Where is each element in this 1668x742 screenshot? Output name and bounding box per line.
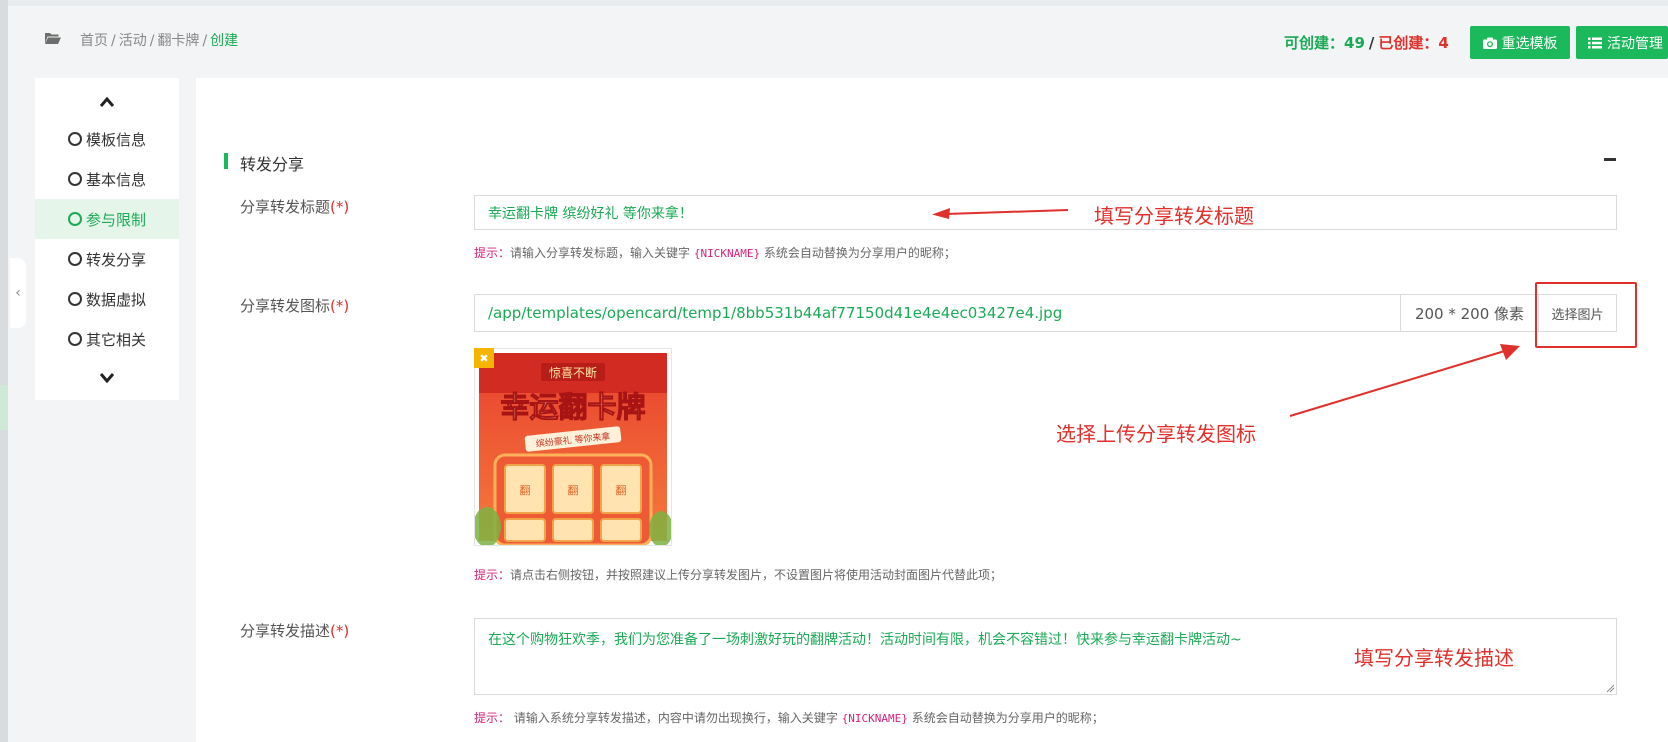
annotation-icon-note: 选择上传分享转发图标 [1056, 422, 1256, 446]
quota-separator: / [1368, 34, 1375, 52]
share-icon-path-input[interactable]: /app/templates/opencard/temp1/8bb531b44a… [474, 294, 1401, 332]
poster-title-text: 幸运翻卡牌 [500, 390, 645, 424]
create-quota: 可创建：49/已创建：4 [1284, 32, 1449, 53]
card-glyph: 翻 [568, 483, 579, 497]
annotation-arrow-icon [1289, 344, 1520, 417]
chevron-left-icon: ‹ [15, 285, 21, 301]
nav-item-label: 其它相关 [86, 330, 147, 349]
nav-item-basic-info[interactable]: 基本信息 [35, 159, 179, 199]
can-create-label: 可创建： [1284, 34, 1345, 52]
poster-banner-text: 惊喜不断 [549, 365, 597, 380]
nav-item-label: 参与限制 [86, 210, 147, 229]
card-glyph: 翻 [520, 483, 531, 497]
reselect-template-button[interactable]: 重选模板 [1470, 26, 1570, 59]
hint-keyword: {NICKNAME} [841, 712, 908, 725]
share-title-hint: 提示：请输入分享转发标题，输入关键字 {NICKNAME} 系统会自动替换为分享… [474, 244, 956, 261]
hint-text: 请输入分享转发标题，输入关键字 [510, 246, 691, 260]
breadcrumb-flipcard[interactable]: 翻卡牌 [157, 33, 199, 49]
nav-item-label: 转发分享 [86, 250, 147, 269]
share-desc-label: 分享转发描述(*) [240, 620, 349, 641]
breadcrumb-separator: / [202, 33, 208, 49]
created-value: 4 [1438, 34, 1449, 52]
breadcrumb-home[interactable]: 首页 [80, 33, 108, 49]
required-marker: (*) [330, 198, 350, 216]
breadcrumb-activity[interactable]: 活动 [119, 33, 147, 49]
nav-item-label: 数据虚拟 [86, 290, 147, 309]
share-title-label-text: 分享转发标题 [240, 198, 331, 216]
remove-image-icon[interactable]: ✖ [474, 348, 494, 368]
top-border [0, 0, 1668, 6]
hint-tag: 提示： [474, 711, 511, 725]
chevron-down-icon[interactable] [97, 370, 117, 386]
reselect-template-label: 重选模板 [1501, 35, 1558, 52]
radio-circle-icon [68, 332, 82, 346]
image-size-addon: 200 * 200 像素 [1401, 294, 1539, 332]
required-marker: (*) [330, 622, 350, 640]
section-title: 转发分享 [240, 155, 305, 174]
hint-text: 系统会自动替换为分享用户的昵称； [911, 711, 1104, 725]
camera-icon [1482, 37, 1497, 49]
radio-circle-icon [68, 252, 82, 266]
left-strip [0, 0, 8, 742]
share-icon-label: 分享转发图标(*) [240, 295, 349, 316]
section-nav: 模板信息 基本信息 参与限制 转发分享 数据虚拟 其它相关 [35, 78, 179, 400]
radio-circle-icon [68, 132, 82, 146]
share-title-value: 幸运翻卡牌 缤纷好礼 等你来拿！ [488, 205, 693, 222]
activity-manage-label: 活动管理 [1607, 35, 1663, 52]
share-icon-hint: 提示：请点击右侧按钮，并按照建议上传分享转发图片，不设置图片将使用活动封面图片代… [474, 566, 1002, 583]
created-label: 已创建： [1378, 34, 1439, 52]
radio-circle-icon [68, 172, 82, 186]
left-strip-highlight [0, 385, 8, 430]
share-title-label: 分享转发标题(*) [240, 196, 349, 217]
can-create-value: 49 [1344, 34, 1365, 52]
radio-circle-icon [68, 292, 82, 306]
breadcrumb-separator: / [149, 33, 155, 49]
hint-tag: 提示： [474, 246, 511, 260]
activity-manage-button[interactable]: 活动管理 [1576, 26, 1668, 59]
nav-item-label: 模板信息 [86, 130, 147, 149]
share-desc-value: 在这个购物狂欢季，我们为您准备了一场刺激好玩的翻牌活动！活动时间有限，机会不容错… [488, 632, 1242, 648]
flip-card-poster-image: 惊喜不断 幸运翻卡牌 缤纷豪礼 等你来拿 翻 翻 翻 [473, 353, 673, 547]
share-icon-preview: 惊喜不断 幸运翻卡牌 缤纷豪礼 等你来拿 翻 翻 翻 [473, 348, 673, 547]
share-icon-path-value: /app/templates/opencard/temp1/8bb531b44a… [488, 304, 1063, 322]
hint-tag: 提示： [474, 568, 511, 582]
nav-item-virtual-data[interactable]: 数据虚拟 [35, 279, 179, 319]
chevron-up-icon[interactable] [97, 94, 117, 110]
nav-item-label: 基本信息 [86, 170, 147, 189]
required-marker: (*) [330, 297, 350, 315]
radio-circle-icon [68, 212, 82, 226]
hint-text: 请输入系统分享转发描述，内容中请勿出现换行，输入关键字 [513, 711, 838, 725]
share-desc-hint: 提示： 请输入系统分享转发描述，内容中请勿出现换行，输入关键字 {NICKNAM… [474, 709, 1104, 726]
close-glyph: ✖ [479, 351, 489, 365]
annotation-desc-note: 填写分享转发描述 [1354, 646, 1514, 670]
annotation-arrow-icon [932, 208, 1069, 219]
nav-item-participation-limit[interactable]: 参与限制 [35, 199, 179, 239]
nav-item-template-info[interactable]: 模板信息 [35, 119, 179, 159]
share-desc-label-text: 分享转发描述 [240, 622, 331, 640]
resize-handle-icon[interactable] [1606, 684, 1615, 693]
collapse-section-icon[interactable] [1604, 158, 1616, 161]
hint-text: 系统会自动替换为分享用户的昵称； [763, 246, 956, 260]
section-accent-bar [224, 153, 228, 169]
sidebar-collapse-toggle[interactable]: ‹ [10, 258, 26, 328]
list-icon [1588, 37, 1602, 48]
card-glyph: 翻 [616, 483, 627, 497]
annotation-highlight-box [1535, 282, 1637, 348]
nav-item-share[interactable]: 转发分享 [35, 239, 179, 279]
breadcrumb-separator: / [111, 33, 116, 49]
folder-open-icon [45, 33, 61, 44]
annotation-title-note: 填写分享转发标题 [1094, 204, 1254, 228]
nav-item-other[interactable]: 其它相关 [35, 319, 179, 359]
breadcrumb: 首页 / 活动 / 翻卡牌 / 创建 [80, 30, 238, 50]
hint-keyword: {NICKNAME} [693, 247, 761, 260]
hint-text: 请点击右侧按钮，并按照建议上传分享转发图片，不设置图片将使用活动封面图片代替此项… [510, 568, 1003, 582]
breadcrumb-current: 创建 [210, 33, 239, 49]
share-icon-label-text: 分享转发图标 [240, 297, 331, 315]
